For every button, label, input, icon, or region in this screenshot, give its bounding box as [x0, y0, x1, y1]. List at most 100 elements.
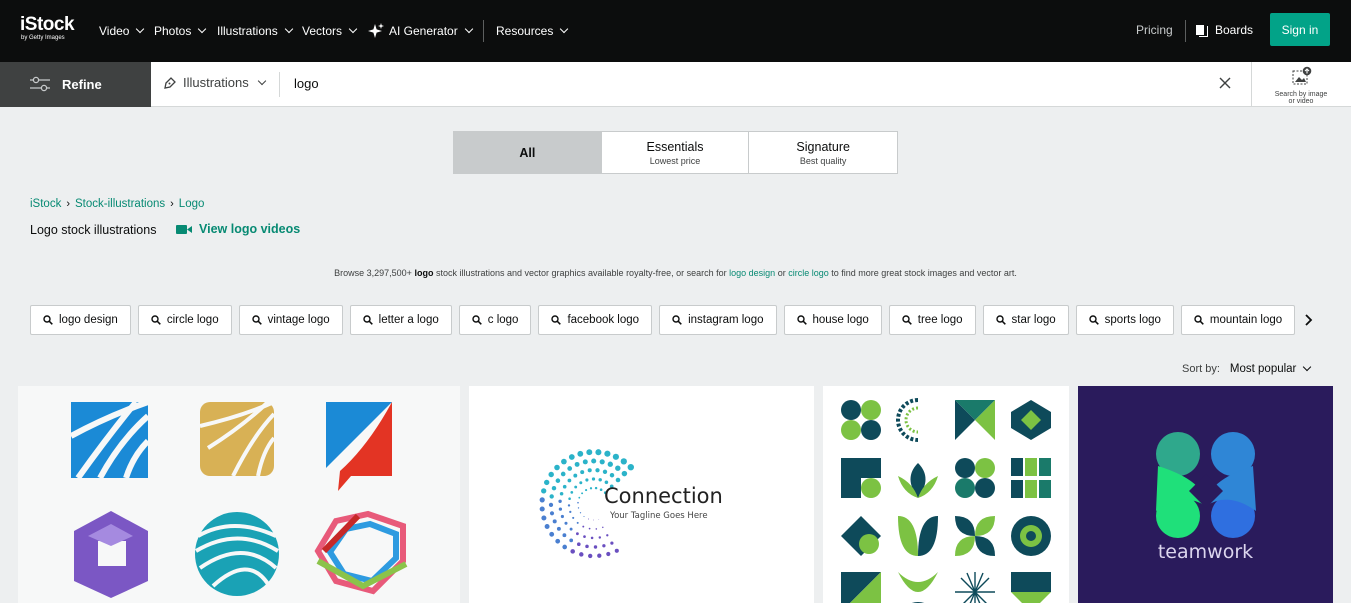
related-chip[interactable]: mountain logo: [1180, 305, 1296, 335]
logo-dot: [562, 544, 568, 550]
search-icon: [251, 315, 262, 325]
breadcrumb-istock[interactable]: iStock: [30, 198, 61, 210]
logo-dot: [614, 548, 619, 553]
related-chip[interactable]: star logo: [982, 305, 1069, 335]
related-chip[interactable]: vintage logo: [238, 305, 343, 335]
related-chip[interactable]: sports logo: [1075, 305, 1174, 335]
logo-dot: [588, 518, 589, 520]
breadcrumb-stock-illustrations[interactable]: Stock-illustrations: [75, 198, 165, 210]
nav-video[interactable]: Video: [99, 22, 145, 40]
logo-dot: [567, 466, 573, 471]
logo-dot: [541, 488, 547, 494]
search-icon: [672, 315, 682, 325]
logo-dot: [560, 471, 566, 477]
related-chip-label: sports logo: [1104, 314, 1161, 326]
related-chip[interactable]: circle logo: [137, 305, 232, 335]
chevron-right-icon[interactable]: [1300, 312, 1316, 328]
logo-dot: [570, 549, 575, 554]
logo-dot: [579, 481, 583, 485]
media-type-select[interactable]: Illustrations: [163, 75, 266, 90]
sort-select[interactable]: Most popular: [1230, 362, 1312, 375]
logo-dot: [583, 515, 585, 518]
logo-dot: [577, 450, 584, 457]
search-by-image-button[interactable]: Search by image or video: [1265, 66, 1337, 105]
related-chip-label: mountain logo: [1209, 314, 1283, 326]
nav-illustrations[interactable]: Illustrations: [217, 22, 293, 40]
chevron-down-icon: [284, 24, 293, 34]
logo-dot: [573, 473, 578, 478]
related-chip[interactable]: house logo: [783, 305, 882, 335]
nav-vectors-label: Vectors: [302, 24, 343, 38]
pricing-link[interactable]: Pricing: [1136, 23, 1173, 37]
search-icon: [1088, 315, 1099, 325]
result-image[interactable]: [823, 386, 1069, 603]
logo-dot: [568, 497, 571, 500]
logo-dot: [555, 478, 561, 483]
browse-middle: stock illustrations and vector graphics …: [435, 268, 727, 278]
nav-resources[interactable]: Resources: [496, 22, 569, 40]
chevron-down-icon: [464, 24, 473, 34]
nav-photos[interactable]: Photos: [154, 22, 207, 40]
browse-or: or: [777, 268, 786, 278]
teamwork-logo-thumbnail: [1156, 432, 1256, 538]
logo-dot: [595, 468, 600, 473]
logo-dot: [569, 527, 573, 531]
logo-dot: [599, 459, 605, 465]
view-videos-link[interactable]: View logo videos: [176, 222, 300, 236]
result-image[interactable]: teamwork: [1078, 386, 1333, 603]
logo-dot: [556, 526, 561, 531]
related-chip[interactable]: instagram logo: [659, 305, 777, 335]
logo-dot: [615, 465, 621, 471]
logo-dot: [588, 527, 591, 530]
related-chip-label: facebook logo: [567, 314, 640, 326]
chevron-down-icon: [257, 76, 266, 85]
nav-ai-generator[interactable]: AI Generator: [367, 22, 473, 40]
boards-link[interactable]: Boards: [1196, 23, 1253, 37]
search-input[interactable]: [294, 76, 1174, 91]
logo-dot: [568, 454, 575, 460]
browse-link-circle-logo[interactable]: circle logo: [788, 268, 829, 278]
related-chip[interactable]: tree logo: [888, 305, 976, 335]
browse-description: Browse 3,297,500+ logo stock illustratio…: [0, 268, 1351, 278]
sort-label: Sort by:: [1182, 363, 1220, 375]
logo-dot: [595, 449, 602, 456]
istock-logo[interactable]: iStock by Getty Images: [20, 14, 82, 44]
search-icon: [551, 315, 562, 325]
related-chip[interactable]: c logo: [458, 305, 532, 335]
logo-dot: [602, 544, 606, 548]
logo-dot: [561, 458, 567, 465]
browse-prefix: Browse 3,297,500+: [334, 268, 412, 278]
nav-vectors[interactable]: Vectors: [302, 22, 358, 40]
refine-label: Refine: [62, 77, 102, 92]
browse-link-logo-design[interactable]: logo design: [729, 268, 775, 278]
logo-dot: [580, 470, 585, 475]
chevron-down-icon: [348, 24, 358, 34]
search-by-image-label-2: or video: [1288, 98, 1314, 105]
tier-essentials[interactable]: Essentials Lowest price: [602, 132, 750, 173]
logo-dot: [593, 545, 598, 549]
logo-dot: [598, 478, 602, 482]
logo-dot: [588, 553, 593, 559]
related-chip[interactable]: logo design: [30, 305, 131, 335]
result-image[interactable]: Connection Your Tagline Goes Here: [469, 386, 814, 603]
logo-dot: [591, 477, 596, 481]
logo-dot: [591, 458, 597, 464]
result-image[interactable]: [18, 386, 460, 603]
tier-signature[interactable]: Signature Best quality: [749, 132, 897, 173]
logo-tagline: by Getty Images: [21, 35, 65, 41]
logo-dot: [552, 519, 557, 524]
breadcrumb-logo[interactable]: Logo: [179, 198, 205, 210]
nav-illustrations-label: Illustrations: [217, 24, 278, 38]
tier-all[interactable]: All: [454, 132, 602, 173]
logo-dot: [576, 521, 579, 524]
sign-in-button[interactable]: Sign in: [1270, 13, 1330, 46]
refine-button[interactable]: Refine: [0, 62, 151, 107]
logo-dot: [548, 471, 554, 478]
related-chip[interactable]: letter a logo: [349, 305, 452, 335]
logo-dot: [607, 461, 613, 467]
related-chip[interactable]: facebook logo: [538, 305, 653, 335]
search-icon: [362, 315, 373, 325]
nav-divider: [1185, 20, 1186, 42]
search-divider: [1251, 62, 1252, 107]
clear-search-icon[interactable]: [1217, 75, 1233, 91]
